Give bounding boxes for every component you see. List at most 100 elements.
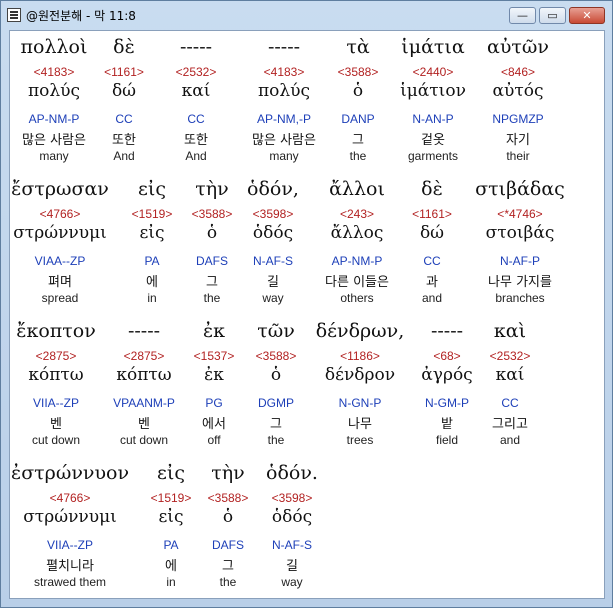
korean-gloss[interactable]: 길: [286, 555, 298, 574]
english-gloss[interactable]: the: [204, 291, 221, 305]
greek-word[interactable]: ἐστρώννυον: [11, 462, 129, 484]
minimize-button[interactable]: —: [509, 7, 536, 24]
strongs-number[interactable]: <3598>: [272, 491, 313, 505]
greek-word[interactable]: -----: [431, 320, 463, 342]
parsing-code[interactable]: NPGMZP: [492, 112, 543, 126]
korean-gloss[interactable]: 그리고: [492, 413, 528, 432]
english-gloss[interactable]: field: [436, 433, 458, 447]
parsing-code[interactable]: CC: [115, 112, 132, 126]
english-gloss[interactable]: cut down: [32, 433, 80, 447]
lemma[interactable]: ὁ: [207, 223, 217, 243]
parsing-code[interactable]: PA: [144, 254, 159, 268]
english-gloss[interactable]: And: [185, 149, 206, 163]
parsing-code[interactable]: N-GN-P: [339, 396, 382, 410]
korean-gloss[interactable]: 에: [146, 271, 158, 290]
lemma[interactable]: δώ: [112, 81, 136, 101]
english-gloss[interactable]: in: [166, 575, 175, 589]
strongs-number[interactable]: <3588>: [338, 65, 379, 79]
english-gloss[interactable]: branches: [495, 291, 544, 305]
lemma[interactable]: ὁ: [223, 507, 233, 527]
greek-word[interactable]: ἔκοπτον: [16, 320, 96, 342]
strongs-number[interactable]: <4766>: [50, 491, 91, 505]
strongs-number[interactable]: <4183>: [264, 65, 305, 79]
greek-word[interactable]: πολλοὶ: [21, 36, 88, 58]
english-gloss[interactable]: off: [207, 433, 220, 447]
greek-word[interactable]: -----: [268, 36, 300, 58]
greek-word[interactable]: τὴν: [211, 462, 244, 484]
lemma[interactable]: στρώννυμι: [13, 223, 107, 243]
greek-word[interactable]: τὴν: [195, 178, 228, 200]
lemma[interactable]: ἱμάτιον: [400, 81, 466, 101]
english-gloss[interactable]: and: [500, 433, 520, 447]
maximize-button[interactable]: ▭: [539, 7, 566, 24]
english-gloss[interactable]: and: [422, 291, 442, 305]
parsing-code[interactable]: AP-NM,-P: [257, 112, 311, 126]
parsing-code[interactable]: PA: [163, 538, 178, 552]
lemma[interactable]: δώ: [420, 223, 444, 243]
korean-gloss[interactable]: 벤: [138, 413, 150, 432]
parsing-code[interactable]: VIIA--ZP: [33, 396, 79, 410]
korean-gloss[interactable]: 에서: [202, 413, 226, 432]
korean-gloss[interactable]: 벤: [50, 413, 62, 432]
english-gloss[interactable]: And: [113, 149, 134, 163]
greek-word[interactable]: -----: [180, 36, 212, 58]
lemma[interactable]: ὁδός: [272, 507, 312, 527]
lemma[interactable]: ὁ: [353, 81, 363, 101]
strongs-number[interactable]: <1161>: [412, 207, 452, 221]
strongs-number[interactable]: <2532>: [176, 65, 217, 79]
greek-word[interactable]: στιβάδας: [475, 178, 565, 200]
lemma[interactable]: κόπτω: [28, 365, 83, 385]
lemma[interactable]: ὁδός: [253, 223, 293, 243]
parsing-code[interactable]: DANP: [341, 112, 374, 126]
app-icon[interactable]: [7, 8, 21, 22]
strongs-number[interactable]: <3588>: [192, 207, 233, 221]
lemma[interactable]: καί: [496, 365, 525, 385]
strongs-number[interactable]: <*4746>: [497, 207, 542, 221]
greek-word[interactable]: ὁδόν.: [266, 462, 318, 484]
strongs-number[interactable]: <68>: [433, 349, 460, 363]
strongs-number[interactable]: <1519>: [132, 207, 173, 221]
korean-gloss[interactable]: 또한: [184, 129, 208, 148]
greek-word[interactable]: αὐτῶν: [487, 36, 549, 58]
english-gloss[interactable]: others: [340, 291, 373, 305]
lemma[interactable]: πολύς: [28, 81, 80, 101]
parsing-code[interactable]: CC: [187, 112, 204, 126]
lemma[interactable]: εἰς: [159, 507, 184, 527]
lemma[interactable]: κόπτω: [116, 365, 171, 385]
lemma[interactable]: εἰς: [140, 223, 165, 243]
greek-word[interactable]: ἐκ: [203, 320, 225, 342]
strongs-number[interactable]: <846>: [501, 65, 535, 79]
strongs-number[interactable]: <3598>: [253, 207, 294, 221]
parsing-code[interactable]: DAFS: [196, 254, 228, 268]
lemma[interactable]: ἀγρός: [421, 365, 472, 385]
english-gloss[interactable]: strawed them: [34, 575, 106, 589]
parsing-code[interactable]: VPAANM-P: [113, 396, 175, 410]
strongs-number[interactable]: <1537>: [194, 349, 235, 363]
strongs-number[interactable]: <1186>: [340, 349, 380, 363]
korean-gloss[interactable]: 나무: [348, 413, 372, 432]
korean-gloss[interactable]: 또한: [112, 129, 136, 148]
greek-word[interactable]: ἄλλοι: [329, 178, 385, 200]
parsing-code[interactable]: N-GM-P: [425, 396, 469, 410]
korean-gloss[interactable]: 겉옷: [421, 129, 445, 148]
greek-word[interactable]: δὲ: [113, 36, 135, 58]
english-gloss[interactable]: trees: [347, 433, 374, 447]
parsing-code[interactable]: N-AF-S: [253, 254, 293, 268]
strongs-number[interactable]: <4183>: [34, 65, 75, 79]
korean-gloss[interactable]: 그: [270, 413, 282, 432]
greek-word[interactable]: ἱμάτια: [401, 36, 464, 58]
english-gloss[interactable]: many: [39, 149, 68, 163]
parsing-code[interactable]: VIIA--ZP: [47, 538, 93, 552]
lemma[interactable]: ἄλλος: [331, 223, 384, 243]
strongs-number[interactable]: <3588>: [256, 349, 297, 363]
english-gloss[interactable]: their: [506, 149, 529, 163]
strongs-number[interactable]: <4766>: [40, 207, 81, 221]
lemma[interactable]: στρώννυμι: [23, 507, 117, 527]
english-gloss[interactable]: the: [350, 149, 367, 163]
strongs-number[interactable]: <2440>: [413, 65, 454, 79]
english-gloss[interactable]: the: [268, 433, 285, 447]
parsing-code[interactable]: N-AF-P: [500, 254, 540, 268]
greek-word[interactable]: ὁδόν,: [247, 178, 299, 200]
english-gloss[interactable]: way: [281, 575, 302, 589]
parsing-code[interactable]: CC: [423, 254, 440, 268]
